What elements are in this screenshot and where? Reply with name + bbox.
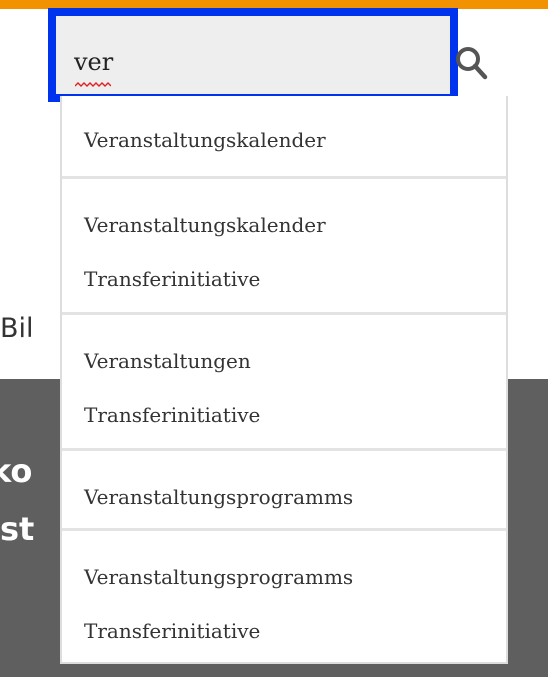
background-partial-title-line-2: st: [0, 510, 35, 548]
suggestion-item[interactable]: Veranstaltungen Transferinitiative: [62, 312, 506, 448]
page: Bil ko st Veranstaltungskalender Veranst…: [0, 0, 548, 677]
suggestion-item[interactable]: Veranstaltungsprogramms Transferinitiati…: [62, 528, 506, 662]
suggestion-item[interactable]: Veranstaltungsprogramms: [62, 448, 506, 528]
suggestion-text: Veranstaltungen: [84, 349, 251, 373]
background-partial-heading: Bil: [0, 313, 34, 344]
suggestion-text-secondary: Transferinitiative: [84, 267, 261, 291]
suggestion-item[interactable]: Veranstaltungskalender: [62, 96, 506, 176]
background-partial-title-line-1: ko: [0, 452, 33, 490]
suggestion-text: Veranstaltungskalender: [84, 213, 326, 237]
search-icon[interactable]: [452, 44, 492, 84]
suggestion-text: Veranstaltungskalender: [84, 128, 326, 152]
autocomplete-dropdown: Veranstaltungskalender Veranstaltungskal…: [60, 96, 508, 664]
search-field-focused[interactable]: [48, 8, 458, 102]
suggestion-text: Veranstaltungsprogramms: [84, 485, 354, 509]
suggestion-text: Veranstaltungsprogramms: [84, 565, 354, 589]
suggestion-item[interactable]: Veranstaltungskalender Transferinitiativ…: [62, 176, 506, 312]
suggestion-text-secondary: Transferinitiative: [84, 403, 261, 427]
search-input[interactable]: [74, 44, 434, 80]
suggestion-text-secondary: Transferinitiative: [84, 619, 261, 643]
spellcheck-underline: [75, 82, 111, 87]
